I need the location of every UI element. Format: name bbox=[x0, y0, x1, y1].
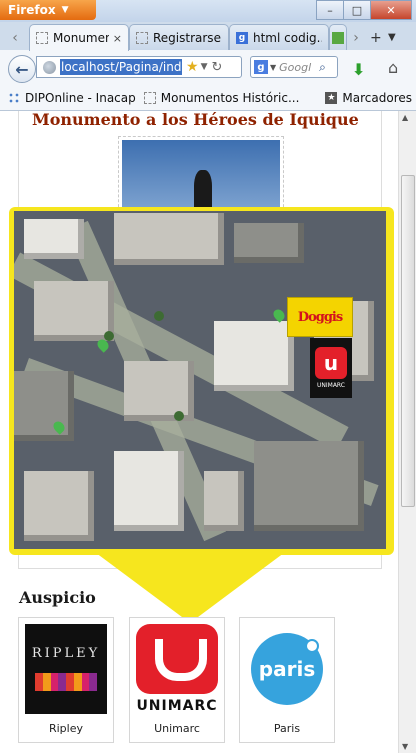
bookmarks-menu[interactable]: ★ Marcadores bbox=[325, 91, 412, 105]
back-button[interactable]: ← bbox=[8, 55, 36, 83]
sponsors-heading: Auspicio bbox=[19, 588, 96, 607]
map-tree bbox=[174, 411, 184, 421]
tab-registrarse[interactable]: Registrarse bbox=[129, 24, 229, 50]
paris-logo-text: paris bbox=[258, 657, 316, 681]
paris-dot bbox=[305, 639, 319, 653]
title-bar: Firefox ▼ – □ ✕ bbox=[0, 0, 416, 22]
scroll-down-icon[interactable]: ▼ bbox=[402, 742, 408, 751]
ripley-logo-text: RIPLEY bbox=[31, 646, 101, 661]
globe-icon bbox=[43, 60, 56, 74]
popup-pointer bbox=[80, 541, 300, 623]
unimarc-u-icon bbox=[136, 624, 218, 694]
map-building bbox=[124, 361, 194, 421]
map-building bbox=[34, 281, 114, 341]
engine-dropdown-icon[interactable]: ▼ bbox=[270, 63, 276, 72]
unimarc-u-icon: u bbox=[315, 347, 347, 379]
bookmark-star-icon[interactable]: ★ bbox=[186, 59, 199, 75]
bookmarks-toolbar: DIPOnline - Inacap Monumentos Históric..… bbox=[0, 86, 416, 111]
tab-close-icon[interactable]: × bbox=[109, 32, 122, 45]
search-icon[interactable]: ⌕ bbox=[319, 60, 326, 75]
window-controls: – □ ✕ bbox=[316, 0, 412, 20]
scroll-up-icon[interactable]: ▲ bbox=[402, 113, 408, 122]
sponsor-name: Paris bbox=[273, 722, 301, 735]
dropdown-arrow-icon: ▼ bbox=[61, 5, 69, 15]
map-tree bbox=[154, 311, 164, 321]
map-building bbox=[24, 471, 94, 541]
google-search-engine-icon[interactable]: g bbox=[254, 60, 268, 74]
minimize-button[interactable]: – bbox=[316, 0, 344, 20]
bookmarks-star-icon: ★ bbox=[325, 92, 338, 104]
sponsor-card-ripley[interactable]: RIPLEY Ripley bbox=[18, 617, 114, 743]
map-building bbox=[214, 321, 294, 391]
sponsor-card-unimarc[interactable]: UNIMARC Unimarc bbox=[129, 617, 225, 743]
blank-page-icon bbox=[136, 31, 148, 44]
search-input[interactable]: Googl bbox=[279, 61, 317, 74]
firefox-menu-label: Firefox bbox=[8, 3, 56, 17]
tab-html-codigo[interactable]: g html codig... bbox=[229, 24, 329, 50]
new-tab-icon[interactable]: + bbox=[370, 30, 382, 46]
search-bar[interactable]: g ▼ Googl ⌕ bbox=[250, 56, 338, 78]
map-building bbox=[204, 471, 244, 531]
bookmark-label: DIPOnline - Inacap bbox=[25, 91, 136, 105]
unimarc-logo-text: UNIMARC bbox=[136, 698, 218, 714]
monument-photo[interactable] bbox=[122, 140, 280, 210]
bookmark-label: Marcadores bbox=[342, 91, 412, 105]
ripley-logo: RIPLEY bbox=[25, 624, 107, 714]
address-bar[interactable]: localhost/Pagina/inde ★ ▼ ↻ bbox=[36, 56, 242, 78]
page-viewport: Monumento a los Héroes de Iquique Doggis… bbox=[0, 111, 398, 753]
reload-icon[interactable]: ↻ bbox=[211, 60, 222, 75]
scrollbar-thumb[interactable] bbox=[401, 175, 415, 507]
map-building bbox=[254, 441, 364, 531]
tab-title: html codig... bbox=[253, 30, 322, 45]
bookmark-diponline[interactable]: DIPOnline - Inacap bbox=[8, 91, 136, 105]
unimarc-logo: UNIMARC bbox=[136, 624, 218, 714]
map-building bbox=[114, 451, 184, 531]
unimarc-sign: u UNIMARC bbox=[310, 338, 352, 398]
tab-monumento[interactable]: Monumento... × bbox=[29, 24, 129, 51]
bookmark-monumentos[interactable]: Monumentos Históric... bbox=[143, 91, 300, 105]
tab-list-icon[interactable]: ▼ bbox=[388, 32, 396, 43]
dots-favicon-icon bbox=[8, 92, 20, 104]
scroll-tabs-left-icon[interactable]: ‹ bbox=[8, 28, 22, 48]
google-icon: g bbox=[236, 31, 248, 44]
paris-logo: paris bbox=[246, 624, 328, 714]
home-icon[interactable]: ⌂ bbox=[388, 58, 398, 77]
tab-overflow[interactable] bbox=[329, 24, 347, 50]
map-building bbox=[234, 223, 304, 263]
map-building bbox=[24, 219, 84, 259]
blank-page-icon bbox=[36, 32, 48, 44]
sponsor-name: Ripley bbox=[48, 722, 83, 735]
doggis-sign: Doggis bbox=[287, 297, 353, 337]
statue-silhouette bbox=[194, 170, 212, 210]
download-icon[interactable]: ⬇ bbox=[352, 60, 365, 79]
scroll-tabs-right-icon[interactable]: › bbox=[349, 28, 363, 48]
page-title: Monumento a los Héroes de Iquique bbox=[32, 111, 359, 129]
history-dropdown-icon[interactable]: ▼ bbox=[201, 62, 208, 72]
tab-title: Registrarse bbox=[153, 30, 221, 45]
paris-circle: paris bbox=[251, 633, 323, 705]
blank-page-icon bbox=[143, 92, 156, 104]
maximize-button[interactable]: □ bbox=[343, 0, 371, 20]
bookmark-label: Monumentos Históric... bbox=[160, 91, 300, 105]
map-building bbox=[14, 371, 74, 441]
firefox-menu-button[interactable]: Firefox ▼ bbox=[0, 0, 96, 20]
sponsor-name: Unimarc bbox=[154, 722, 200, 735]
unimarc-sign-text: UNIMARC bbox=[317, 382, 345, 389]
tab-bar: ‹ Monumento... × Registrarse g html codi… bbox=[0, 22, 416, 51]
ripley-stripes bbox=[35, 673, 97, 691]
navigation-toolbar: ← localhost/Pagina/inde ★ ▼ ↻ g ▼ Googl … bbox=[0, 50, 416, 87]
tab-title: Monumento... bbox=[53, 31, 109, 45]
sponsor-card-paris[interactable]: paris Paris bbox=[239, 617, 335, 743]
map-building bbox=[114, 213, 224, 265]
url-text[interactable]: localhost/Pagina/inde bbox=[60, 59, 182, 75]
close-window-button[interactable]: ✕ bbox=[370, 0, 412, 20]
green-favicon bbox=[332, 31, 344, 44]
vertical-scrollbar[interactable]: ▲ ▼ bbox=[398, 111, 416, 753]
doggis-sign-text: Doggis bbox=[297, 309, 343, 325]
